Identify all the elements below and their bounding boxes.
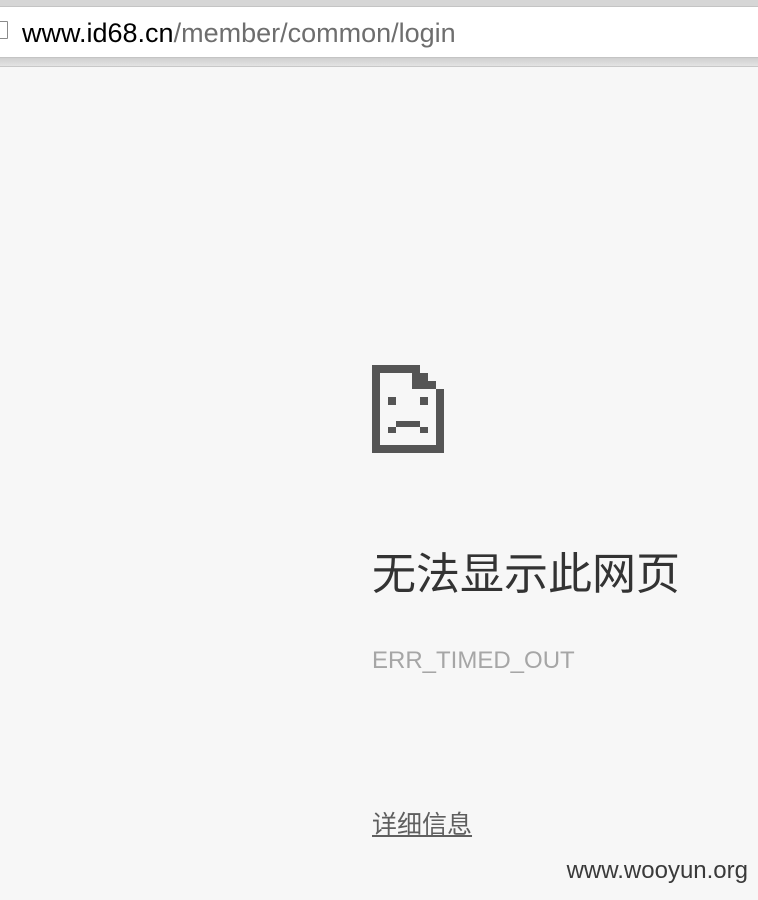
toolbar-shadow bbox=[0, 58, 758, 67]
url-host: www.id68.cn bbox=[22, 18, 174, 48]
error-code: ERR_TIMED_OUT bbox=[372, 647, 575, 674]
url-text[interactable]: www.id68.cn/member/common/login bbox=[22, 16, 456, 50]
details-link[interactable]: 详细信息 bbox=[372, 808, 472, 842]
page-icon bbox=[0, 21, 8, 39]
url-path: /member/common/login bbox=[173, 18, 456, 48]
sad-page-icon bbox=[372, 365, 444, 453]
error-title: 无法显示此网页 bbox=[372, 549, 680, 600]
error-page-content bbox=[0, 67, 758, 900]
address-bar[interactable]: www.id68.cn/member/common/login bbox=[0, 6, 758, 58]
watermark: www.wooyun.org bbox=[566, 857, 748, 884]
